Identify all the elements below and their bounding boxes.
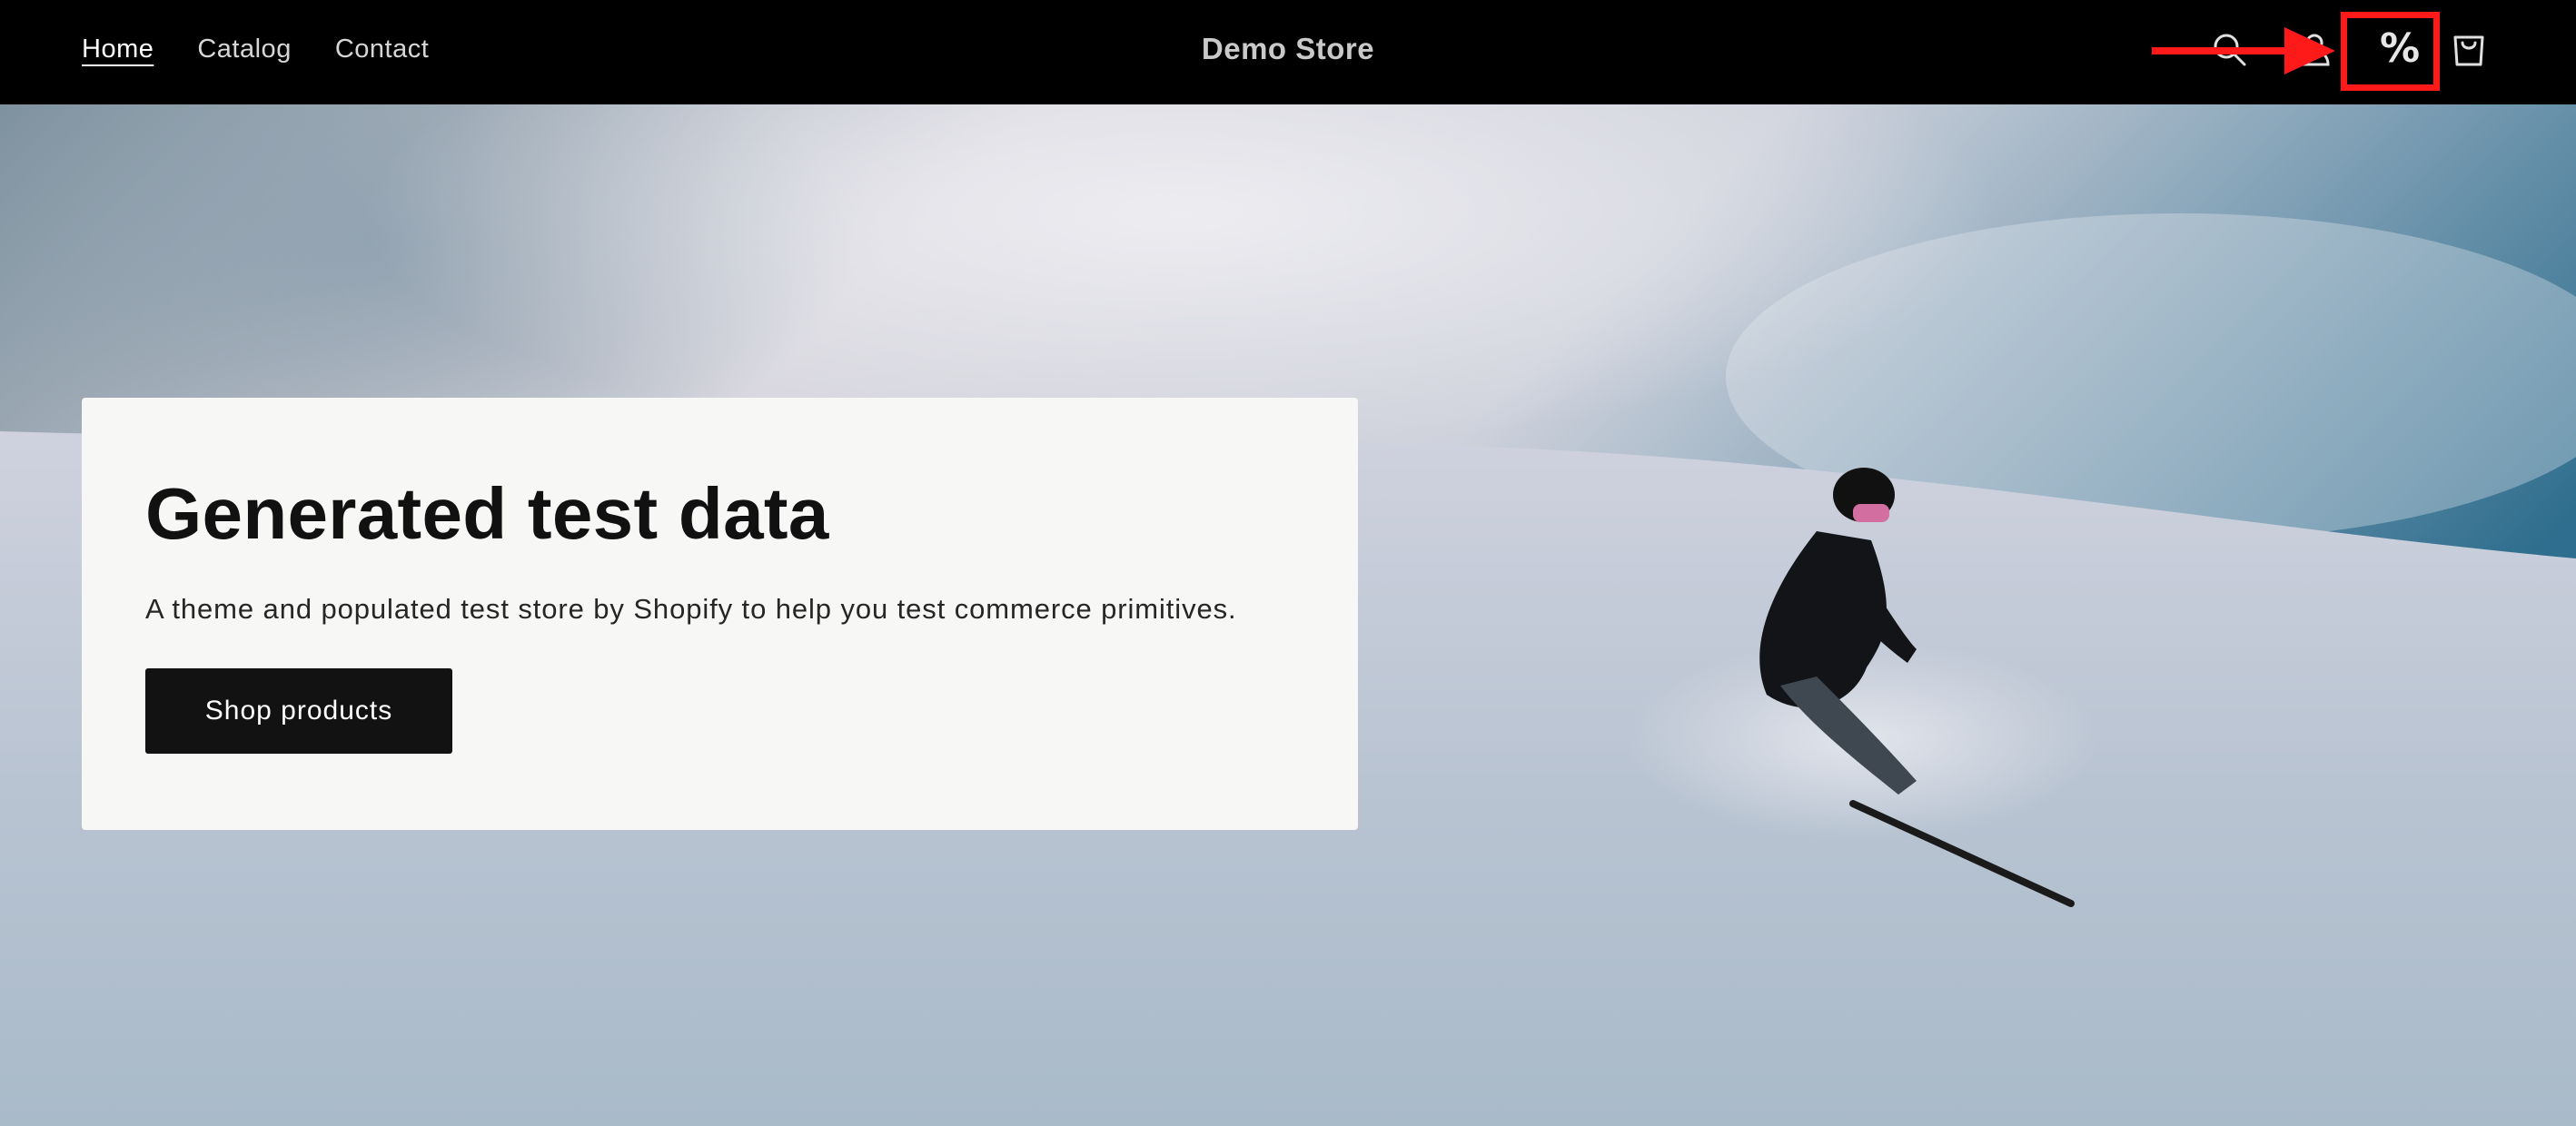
nav-home-link[interactable]: Home [82, 35, 154, 64]
shop-products-button[interactable]: Shop products [145, 668, 452, 754]
hero-banner: Generated test data A theme and populate… [0, 104, 2576, 1126]
search-icon [2214, 34, 2246, 66]
hero-content-card: Generated test data A theme and populate… [82, 398, 1358, 830]
account-icon [2299, 34, 2330, 66]
account-button[interactable] [2289, 24, 2340, 74]
hero-title: Generated test data [145, 473, 829, 554]
search-button[interactable] [2204, 24, 2254, 74]
hero-subtitle: A theme and populated test store by Shop… [145, 593, 1237, 625]
nav-catalog-link[interactable]: Catalog [197, 35, 291, 64]
cart-icon [2453, 35, 2484, 66]
discount-button[interactable]: % [2365, 15, 2434, 84]
site-header: Home Catalog Contact Demo Store % [0, 0, 2576, 104]
discount-icon: % [2379, 25, 2421, 72]
nav-contact-link[interactable]: Contact [335, 35, 429, 64]
cart-button[interactable] [2443, 24, 2494, 74]
main-nav: Home Catalog Contact [82, 0, 429, 98]
